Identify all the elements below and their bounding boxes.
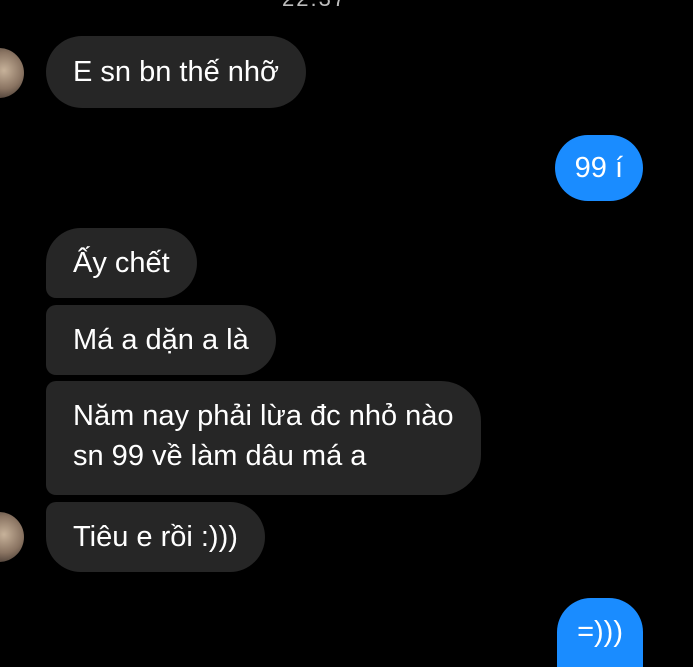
message-bubble-incoming[interactable]: Má a dặn a là xyxy=(46,305,276,375)
message-bubble-incoming[interactable]: Tiêu e rồi :))) xyxy=(46,502,265,572)
message-bubble-incoming[interactable]: Năm nay phải lừa đc nhỏ nào sn 99 về làm… xyxy=(46,381,481,495)
contact-avatar[interactable] xyxy=(0,48,24,98)
message-bubble-outgoing[interactable]: 99 í xyxy=(554,135,643,201)
message-bubble-incoming[interactable]: E sn bn thế nhỡ xyxy=(46,36,307,108)
message-text: =))) xyxy=(577,616,623,648)
message-text: Má a dặn a là xyxy=(73,324,249,356)
message-text-line: Năm nay phải lừa đc nhỏ nào xyxy=(73,400,454,432)
message-text: 99 í xyxy=(574,152,623,184)
message-bubble-incoming[interactable]: Ấy chết xyxy=(46,228,197,298)
message-text: Ấy chết xyxy=(73,247,170,279)
message-bubble-outgoing[interactable]: =))) xyxy=(557,598,643,667)
message-text: E sn bn thế nhỡ xyxy=(73,56,280,88)
status-time: 22:37 xyxy=(282,0,347,12)
message-text: Tiêu e rồi :))) xyxy=(73,521,238,553)
contact-avatar[interactable] xyxy=(0,512,24,562)
message-text-line: sn 99 về làm dâu má a xyxy=(73,440,367,472)
